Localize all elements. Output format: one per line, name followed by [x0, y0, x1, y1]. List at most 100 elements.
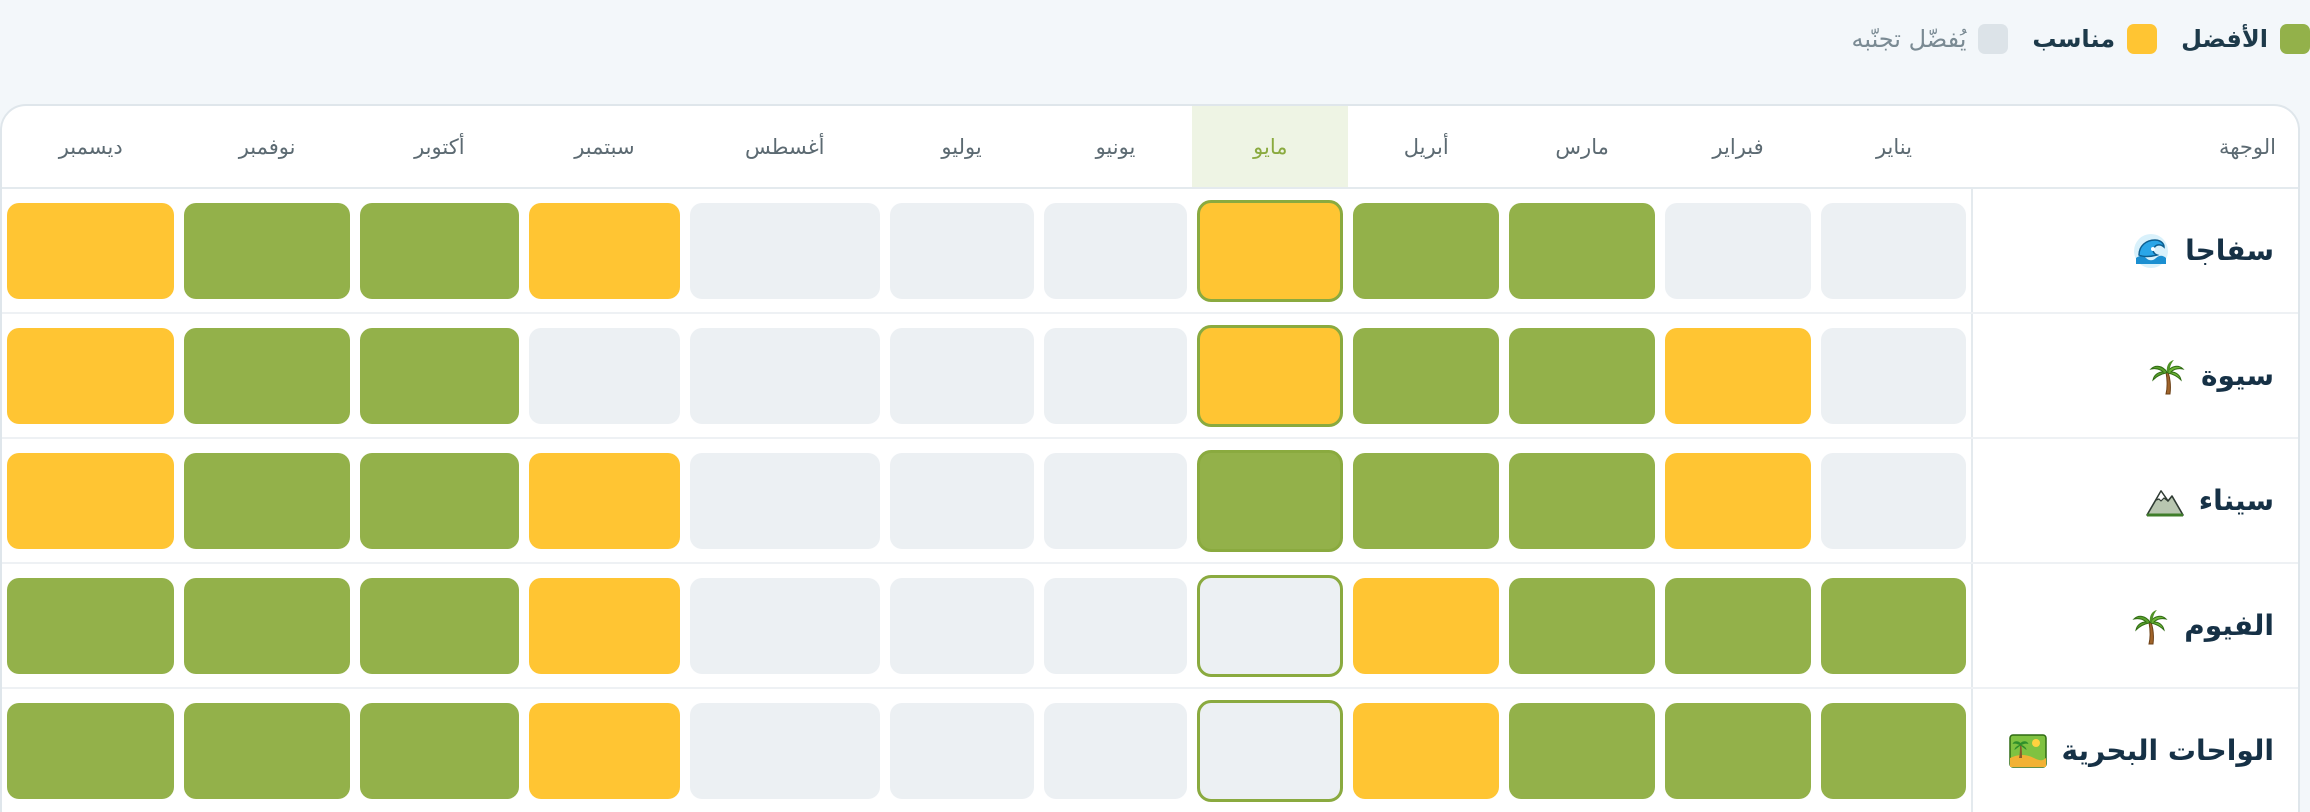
rating-cell-avoid[interactable]: [689, 327, 880, 424]
rating-cell-best[interactable]: [359, 327, 519, 424]
rating-cell-avoid[interactable]: [889, 327, 1034, 424]
month-cell: [684, 188, 885, 314]
rating-cell-best[interactable]: [1665, 577, 1811, 674]
rating-cell-best[interactable]: [184, 702, 350, 799]
month-cell: [354, 688, 524, 812]
month-header-7: يوليو: [884, 106, 1039, 189]
rating-cell-avoid[interactable]: [689, 577, 880, 674]
rating-cell-avoid[interactable]: [1197, 574, 1344, 677]
month-cell: [1192, 313, 1349, 439]
rating-cell-best[interactable]: [184, 452, 350, 549]
month-cell: [684, 313, 885, 439]
wave-icon: [2131, 231, 2171, 271]
month-header-3: مارس: [1504, 106, 1661, 189]
rating-cell-best[interactable]: [1665, 702, 1811, 799]
month-cell: [1348, 563, 1505, 689]
month-cell: [1348, 688, 1505, 812]
rating-cell-best[interactable]: [1353, 452, 1500, 549]
month-cell: [1504, 438, 1661, 564]
rating-cell-best[interactable]: [1509, 327, 1656, 424]
rating-cell-avoid[interactable]: [889, 452, 1034, 549]
table-body: سفاجا سيوة سيناء الفيوم الواحات البحرية: [2, 188, 2298, 812]
destination-name: سيناء: [2198, 484, 2274, 517]
rating-cell-avoid[interactable]: [689, 702, 880, 799]
month-cell: [354, 313, 524, 439]
rating-cell-avoid[interactable]: [528, 327, 680, 424]
rating-cell-avoid[interactable]: [1821, 327, 1966, 424]
rating-cell-best[interactable]: [1821, 702, 1966, 799]
rating-cell-best[interactable]: [1509, 202, 1656, 299]
month-header-10: أكتوبر: [354, 106, 524, 189]
rating-cell-good[interactable]: [1197, 324, 1344, 427]
rating-cell-best[interactable]: [359, 577, 519, 674]
rating-cell-good[interactable]: [1353, 702, 1500, 799]
destination-cell: الفيوم: [1970, 563, 2298, 689]
rating-cell-avoid[interactable]: [1043, 327, 1188, 424]
rating-cell-avoid[interactable]: [889, 577, 1034, 674]
rating-cell-avoid[interactable]: [1043, 577, 1188, 674]
rating-cell-good[interactable]: [7, 327, 175, 424]
rating-cell-good[interactable]: [1353, 577, 1500, 674]
month-cell: [1816, 563, 1972, 689]
rating-cell-good[interactable]: [528, 452, 680, 549]
month-cell: [884, 313, 1039, 439]
destination-cell: الواحات البحرية: [1970, 688, 2298, 812]
rating-cell-best[interactable]: [1509, 702, 1656, 799]
month-header-6: يونيو: [1038, 106, 1193, 189]
table-row: سيوة: [2, 313, 2298, 439]
rating-cell-good[interactable]: [528, 202, 680, 299]
rating-cell-good[interactable]: [1665, 452, 1811, 549]
rating-cell-best[interactable]: [184, 577, 350, 674]
rating-cell-avoid[interactable]: [1043, 452, 1188, 549]
header-row: الوجهة يناير فبراير مارس أبريل مايو يونيو يولي…: [2, 106, 2298, 189]
rating-cell-avoid[interactable]: [1821, 202, 1966, 299]
table-row: الواحات البحرية: [2, 688, 2298, 812]
palm-tree-icon: [2130, 606, 2170, 646]
rating-cell-good[interactable]: [7, 202, 175, 299]
rating-cell-avoid[interactable]: [1197, 699, 1344, 802]
rating-cell-best[interactable]: [1509, 452, 1656, 549]
rating-cell-avoid[interactable]: [1043, 202, 1188, 299]
month-cell: [1660, 313, 1816, 439]
legend-item-avoid: يُفضّل تجنّبه: [1851, 24, 2009, 54]
rating-cell-best[interactable]: [184, 327, 350, 424]
rating-cell-avoid[interactable]: [1043, 702, 1188, 799]
rating-cell-best[interactable]: [359, 202, 519, 299]
legend-label-good: مناسب: [2032, 25, 2116, 53]
oasis-icon: [2008, 731, 2048, 771]
rating-cell-best[interactable]: [1509, 577, 1656, 674]
month-cell: [1504, 188, 1661, 314]
rating-cell-good[interactable]: [1665, 327, 1811, 424]
destination-cell: سفاجا: [1970, 188, 2298, 314]
table-row: سفاجا: [2, 188, 2298, 314]
rating-cell-best[interactable]: [1197, 449, 1344, 552]
month-header-8: أغسطس: [684, 106, 885, 189]
month-cell: [1348, 438, 1505, 564]
month-cell: [1660, 563, 1816, 689]
rating-cell-best[interactable]: [359, 702, 519, 799]
rating-cell-best[interactable]: [7, 577, 175, 674]
rating-cell-best[interactable]: [1821, 577, 1966, 674]
month-header-11: نوفمبر: [179, 106, 355, 189]
rating-cell-good[interactable]: [7, 452, 175, 549]
rating-cell-avoid[interactable]: [689, 452, 880, 549]
rating-cell-avoid[interactable]: [1821, 452, 1966, 549]
month-cell: [2, 438, 180, 564]
rating-cell-best[interactable]: [184, 202, 350, 299]
rating-cell-avoid[interactable]: [889, 702, 1034, 799]
rating-cell-good[interactable]: [528, 702, 680, 799]
rating-cell-best[interactable]: [7, 702, 175, 799]
destination-cell: سيناء: [1970, 438, 2298, 564]
month-cell: [2, 188, 180, 314]
rating-cell-best[interactable]: [359, 452, 519, 549]
month-cell: [354, 563, 524, 689]
rating-cell-best[interactable]: [1353, 327, 1500, 424]
rating-cell-best[interactable]: [1353, 202, 1500, 299]
rating-cell-avoid[interactable]: [689, 202, 880, 299]
rating-cell-good[interactable]: [1197, 199, 1344, 302]
rating-cell-avoid[interactable]: [1665, 202, 1811, 299]
destination-name: سفاجا: [2185, 234, 2274, 267]
rating-cell-avoid[interactable]: [889, 202, 1034, 299]
rating-cell-good[interactable]: [528, 577, 680, 674]
month-cell: [1348, 313, 1505, 439]
